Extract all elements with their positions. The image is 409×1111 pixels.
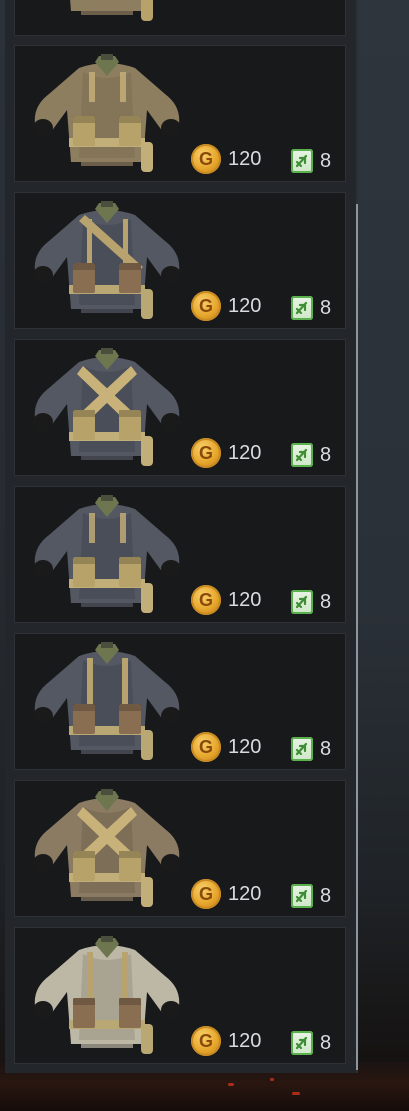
ticket-price: 8 [291, 148, 331, 174]
ticket-price: 8 [291, 295, 331, 321]
gold-coin-icon: G [191, 291, 221, 321]
gold-coin-icon: G [191, 1026, 221, 1056]
gold-price: G 120 [191, 879, 261, 909]
gold-price-value: 120 [228, 588, 262, 611]
background-right [358, 0, 409, 1111]
ticket-price-value: 8 [320, 149, 332, 172]
gold-price-value: 120 [228, 882, 262, 905]
green-ticket-icon [291, 590, 313, 614]
ticket-price-value: 8 [320, 443, 332, 466]
shop-item-card[interactable]: G 120 8 [14, 192, 346, 329]
shop-item-card[interactable]: G 120 8 [14, 780, 346, 917]
ticket-price-value: 8 [320, 737, 332, 760]
green-ticket-icon [291, 149, 313, 173]
gold-price: G 120 [191, 144, 261, 174]
gold-price-value: 120 [228, 1029, 262, 1052]
uniform-image [31, 0, 183, 27]
ticket-price-value: 8 [320, 590, 332, 613]
ticket-price: 8 [291, 736, 331, 762]
gold-price-value: 120 [228, 294, 262, 317]
shop-item-card[interactable]: G 120 8 [14, 339, 346, 476]
gold-coin-icon: G [191, 585, 221, 615]
ticket-price: 8 [291, 589, 331, 615]
scrollbar-thumb[interactable] [356, 204, 358, 1070]
gold-price: G 120 [191, 438, 261, 468]
green-ticket-icon [291, 737, 313, 761]
ticket-price: 8 [291, 883, 331, 909]
uniform-image [31, 642, 183, 766]
gold-coin-icon: G [191, 144, 221, 174]
shop-item-card[interactable]: G 120 8 [14, 633, 346, 770]
gold-coin-icon: G [191, 438, 221, 468]
shop-item-card[interactable] [14, 0, 346, 36]
gold-price: G 120 [191, 291, 261, 321]
green-ticket-icon [291, 884, 313, 908]
gold-coin-icon: G [191, 732, 221, 762]
uniform-image [31, 495, 183, 619]
ticket-price-value: 8 [320, 884, 332, 907]
shop-item-card[interactable]: G 120 8 [14, 45, 346, 182]
green-ticket-icon [291, 296, 313, 320]
shop-item-card[interactable]: G 120 8 [14, 486, 346, 623]
ticket-price-value: 8 [320, 296, 332, 319]
ticket-price-value: 8 [320, 1031, 332, 1054]
ticket-price: 8 [291, 1030, 331, 1056]
gold-price: G 120 [191, 732, 261, 762]
green-ticket-icon [291, 1031, 313, 1055]
uniform-image [31, 54, 183, 178]
gold-price: G 120 [191, 585, 261, 615]
gold-price-value: 120 [228, 147, 262, 170]
green-ticket-icon [291, 443, 313, 467]
uniform-image [31, 789, 183, 913]
ticket-price: 8 [291, 442, 331, 468]
shop-item-card[interactable]: G 120 8 [14, 927, 346, 1064]
gold-price-value: 120 [228, 735, 262, 758]
gold-price-value: 120 [228, 441, 262, 464]
uniform-image [31, 201, 183, 325]
gold-price: G 120 [191, 1026, 261, 1056]
ember-decoration [292, 1092, 300, 1095]
uniform-image [31, 936, 183, 1060]
ember-decoration [270, 1078, 274, 1081]
gold-coin-icon: G [191, 879, 221, 909]
uniform-image [31, 348, 183, 472]
ember-decoration [228, 1083, 234, 1086]
